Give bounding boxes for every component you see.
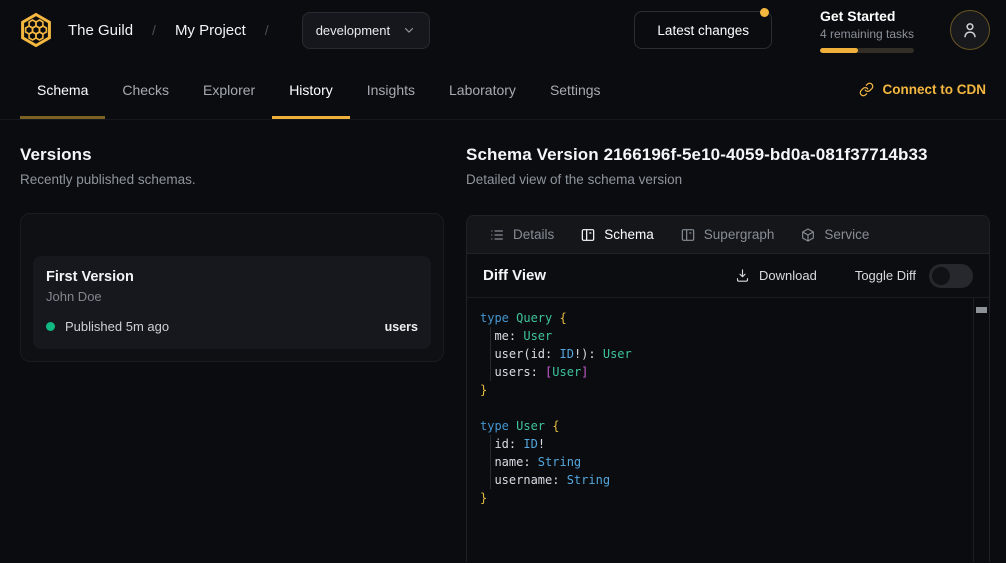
code-block: type Query { me: User user(id: ID!): Use… [480,309,965,507]
link-icon [859,82,874,97]
code-line: name: String [480,453,965,471]
versions-panel: Versions Recently published schemas. Fir… [20,145,444,562]
version-detail-subtitle: Detailed view of the schema version [466,172,990,187]
latest-changes-label: Latest changes [657,23,749,38]
version-status-row: Published 5m ago users [46,319,418,334]
code-line: user(id: ID!): User [480,345,965,363]
download-label: Download [759,268,817,283]
detail-tab-label: Schema [604,227,654,242]
latest-changes-button[interactable]: Latest changes [634,11,772,49]
nav-tab-insights[interactable]: Insights [350,60,432,119]
versions-subtitle: Recently published schemas. [20,172,444,187]
diff-view-header: Diff View Download Toggle Diff [467,254,989,298]
nav-tab-explorer[interactable]: Explorer [186,60,272,119]
code-line: me: User [480,327,965,345]
detail-tabstrip: Details Schema Supergraph Service [467,216,989,254]
versions-list: First Version John Doe Published 5m ago use… [33,256,431,349]
get-started-progress-fill [820,48,858,53]
user-icon [960,20,980,40]
download-icon [735,268,750,283]
primary-nav: Schema Checks Explorer History Insights Labor… [0,60,1006,120]
primary-nav-tabs: Schema Checks Explorer History Insights Labor… [20,60,618,119]
code-scrollbar-thumb[interactable] [976,307,987,313]
environment-select-value: development [316,23,390,38]
nav-tab-label: Checks [122,82,169,98]
layout-icon [580,227,596,243]
detail-tab-schema[interactable]: Schema [570,216,664,253]
code-line: id: ID! [480,435,965,453]
code-line: users: [User] [480,363,965,381]
detail-tab-label: Service [824,227,869,242]
top-bar: The Guild / My Project / development Lat… [0,0,1006,60]
version-list-item[interactable]: First Version John Doe Published 5m ago use… [33,256,431,349]
toggle-knob [932,267,950,285]
nav-tab-history[interactable]: History [272,60,350,119]
get-started-progress-bar [820,48,914,53]
versions-card: First Version John Doe Published 5m ago use… [20,213,444,362]
code-scrollbar-track [973,298,989,562]
detail-tab-label: Details [513,227,554,242]
nav-tab-schema[interactable]: Schema [20,60,105,119]
notification-dot [760,8,769,17]
layout-icon [680,227,696,243]
chevron-down-icon [402,23,416,37]
version-detail-panel: Schema Version 2166196f-5e10-4059-bd0a-0… [466,145,990,562]
version-detail-title: Schema Version 2166196f-5e10-4059-bd0a-0… [466,145,990,165]
version-name: First Version [46,269,418,285]
nav-tab-label: History [289,82,333,98]
diff-view-title: Diff View [483,267,546,284]
list-icon [489,227,505,243]
get-started-widget[interactable]: Get Started 4 remaining tasks [820,8,920,53]
versions-title: Versions [20,145,444,165]
version-detail-container: Details Schema Supergraph Service Diff View… [466,215,990,562]
version-service-badge: users [385,320,418,334]
code-line [480,399,965,417]
published-status-dot [46,322,55,331]
code-line: } [480,489,965,507]
toggle-diff-label: Toggle Diff [855,268,916,283]
nav-tab-label: Insights [367,82,415,98]
environment-select[interactable]: development [302,12,430,49]
user-avatar[interactable] [950,10,990,50]
nav-tab-label: Schema [37,82,88,98]
get-started-subtitle: 4 remaining tasks [820,27,920,41]
nav-tab-label: Settings [550,82,601,98]
detail-tab-label: Supergraph [704,227,775,242]
nav-tab-laboratory[interactable]: Laboratory [432,60,533,119]
code-line: } [480,381,965,399]
connect-to-cdn-label: Connect to CDN [883,82,987,97]
main-content: Versions Recently published schemas. Fir… [0,120,1006,562]
get-started-title: Get Started [820,8,920,24]
code-line: username: String [480,471,965,489]
toggle-diff-switch[interactable] [929,264,973,288]
version-author: John Doe [46,289,418,304]
breadcrumb: The Guild / My Project / [68,22,288,39]
nav-tab-label: Explorer [203,82,255,98]
schema-code-viewer[interactable]: type Query { me: User user(id: ID!): Use… [467,298,989,562]
guild-logo-icon[interactable] [18,12,54,48]
code-line: type User { [480,417,965,435]
nav-tab-checks[interactable]: Checks [105,60,186,119]
detail-tab-supergraph[interactable]: Supergraph [670,216,785,253]
detail-tab-details[interactable]: Details [479,216,564,253]
cube-icon [800,227,816,243]
top-bar-actions: Latest changes Get Started 4 remaining t… [634,8,990,53]
breadcrumb-separator: / [152,22,156,38]
connect-to-cdn-link[interactable]: Connect to CDN [859,60,987,119]
download-button[interactable]: Download [735,268,817,283]
breadcrumb-project[interactable]: My Project [175,22,246,39]
code-line: type Query { [480,309,965,327]
nav-tab-settings[interactable]: Settings [533,60,618,119]
breadcrumb-separator: / [265,22,269,38]
detail-tab-service[interactable]: Service [790,216,879,253]
breadcrumb-org[interactable]: The Guild [68,22,133,39]
nav-tab-label: Laboratory [449,82,516,98]
version-status: Published 5m ago [65,319,169,334]
